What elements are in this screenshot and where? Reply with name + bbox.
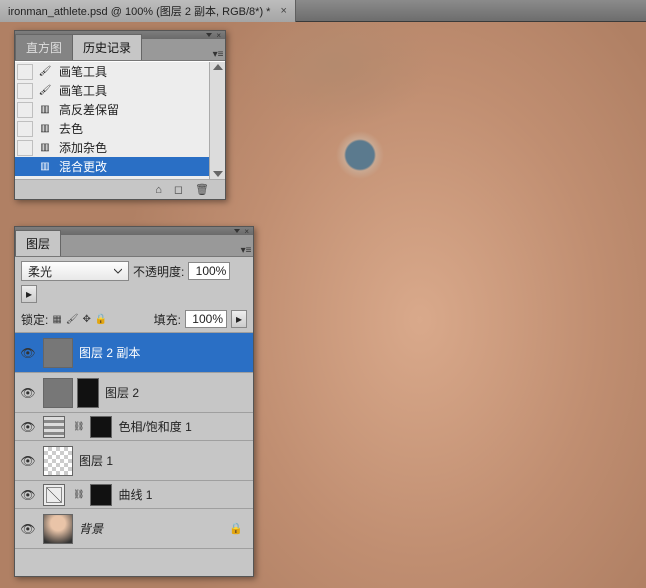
layer-mask[interactable] (90, 416, 112, 438)
close-icon[interactable]: × (244, 227, 249, 236)
adjustment-thumb[interactable] (43, 416, 65, 438)
opacity-input[interactable]: 100% (188, 262, 230, 280)
layer-label: 背景 (79, 520, 103, 537)
chevron-down-icon (114, 267, 122, 275)
brush-icon: 🖌 (37, 84, 53, 98)
trash-icon[interactable]: 🗑 (195, 183, 209, 196)
visibility-icon[interactable]: 👁 (19, 420, 37, 434)
layer-thumb[interactable] (43, 338, 73, 368)
layer-row[interactable]: 👁 图层 1 (15, 440, 253, 480)
panel-menu-icon[interactable]: ▾≡ (211, 49, 225, 60)
fill-label: 填充: (154, 311, 181, 328)
panel-menu-icon[interactable]: ▾≡ (239, 245, 253, 256)
layer-label: 图层 2 (105, 384, 139, 401)
addnoise-icon: ▥ (37, 141, 53, 155)
history-panel: × 直方图 历史记录 ▾≡ 🖌画笔工具 🖌画笔工具 ▥高反差保留 ▥去色 ▥添加… (14, 30, 226, 200)
close-icon[interactable]: × (216, 31, 221, 40)
lock-position-icon[interactable]: ✥ (83, 314, 91, 325)
layer-label: 曲线 1 (118, 486, 152, 503)
document-title: ironman_athlete.psd @ 100% (图层 2 副本, RGB… (8, 3, 270, 19)
fill-input[interactable]: 100% (185, 310, 227, 328)
new-icon[interactable]: ◻ (174, 183, 183, 196)
adjustment-thumb[interactable] (43, 484, 65, 506)
link-icon: ⛓ (73, 489, 84, 500)
layer-label: 图层 2 副本 (79, 344, 140, 361)
collapse-icon[interactable] (206, 33, 212, 37)
close-icon[interactable]: × (280, 5, 286, 17)
layer-mask[interactable] (90, 484, 112, 506)
visibility-icon[interactable]: 👁 (19, 454, 37, 468)
layer-list-empty (15, 548, 253, 576)
highpass-icon: ▥ (37, 103, 53, 117)
layer-mask[interactable] (77, 378, 99, 408)
blendchange-icon: ▥ (37, 160, 53, 174)
history-item[interactable]: 🖌画笔工具 (15, 81, 225, 100)
layer-options: 柔光 不透明度: 100% ▸ 锁定: ▦ 🖌 ✥ 🔒 填充: 100% ▸ (15, 257, 253, 332)
layer-row[interactable]: 👁 背景 🔒 (15, 508, 253, 548)
tab-history[interactable]: 历史记录 (72, 34, 142, 60)
history-footer: ⌂ ◻ 🗑 (15, 179, 225, 199)
opacity-stepper[interactable]: ▸ (21, 285, 37, 303)
layer-label: 色相/饱和度 1 (118, 418, 191, 435)
history-item[interactable]: ▥混合更改 (15, 157, 225, 176)
collapse-icon[interactable] (234, 229, 240, 233)
history-item[interactable]: ▥添加杂色 (15, 138, 225, 157)
visibility-icon[interactable]: 👁 (19, 346, 37, 360)
lock-pixels-icon[interactable]: 🖌 (66, 314, 79, 325)
layer-thumb[interactable] (43, 446, 73, 476)
fill-stepper[interactable]: ▸ (231, 310, 247, 328)
link-icon: ⛓ (73, 421, 84, 432)
history-item[interactable]: ▥去色 (15, 119, 225, 138)
brush-icon: 🖌 (37, 65, 53, 79)
layer-row[interactable]: 👁 ⛓ 曲线 1 (15, 480, 253, 508)
tab-layers[interactable]: 图层 (15, 230, 61, 256)
tab-histogram[interactable]: 直方图 (15, 34, 73, 60)
document-tabbar: ironman_athlete.psd @ 100% (图层 2 副本, RGB… (0, 0, 646, 22)
lock-icon: 🔒 (229, 522, 243, 535)
panel-tabs: 直方图 历史记录 ▾≡ (15, 39, 225, 61)
document-tab[interactable]: ironman_athlete.psd @ 100% (图层 2 副本, RGB… (0, 0, 296, 22)
layers-panel: × 图层 ▾≡ 柔光 不透明度: 100% ▸ 锁定: ▦ 🖌 ✥ 🔒 填充: … (14, 226, 254, 577)
layer-label: 图层 1 (79, 452, 113, 469)
layer-row[interactable]: 👁 图层 2 (15, 372, 253, 412)
layer-row[interactable]: 👁 图层 2 副本 (15, 332, 253, 372)
desaturate-icon: ▥ (37, 122, 53, 136)
visibility-icon[interactable]: 👁 (19, 522, 37, 536)
layer-thumb[interactable] (43, 514, 73, 544)
panel-tabs: 图层 ▾≡ (15, 235, 253, 257)
lock-label: 锁定: (21, 311, 48, 328)
visibility-icon[interactable]: 👁 (19, 488, 37, 502)
scrollbar[interactable] (209, 62, 225, 179)
history-item[interactable]: ▥高反差保留 (15, 100, 225, 119)
layer-thumb[interactable] (43, 378, 73, 408)
visibility-icon[interactable]: 👁 (19, 386, 37, 400)
layer-row[interactable]: 👁 ⛓ 色相/饱和度 1 (15, 412, 253, 440)
layer-list: 👁 图层 2 副本 👁 图层 2 👁 ⛓ 色相/饱和度 1 👁 图层 1 👁 ⛓ (15, 332, 253, 576)
lock-all-icon[interactable]: 🔒 (95, 314, 107, 325)
opacity-label: 不透明度: (133, 263, 184, 280)
history-list: 🖌画笔工具 🖌画笔工具 ▥高反差保留 ▥去色 ▥添加杂色 ▥混合更改 (15, 61, 225, 179)
camera-icon[interactable]: ⌂ (155, 184, 162, 196)
blend-mode-select[interactable]: 柔光 (21, 261, 129, 281)
lock-transparency-icon[interactable]: ▦ (52, 314, 61, 325)
history-item[interactable]: 🖌画笔工具 (15, 62, 225, 81)
